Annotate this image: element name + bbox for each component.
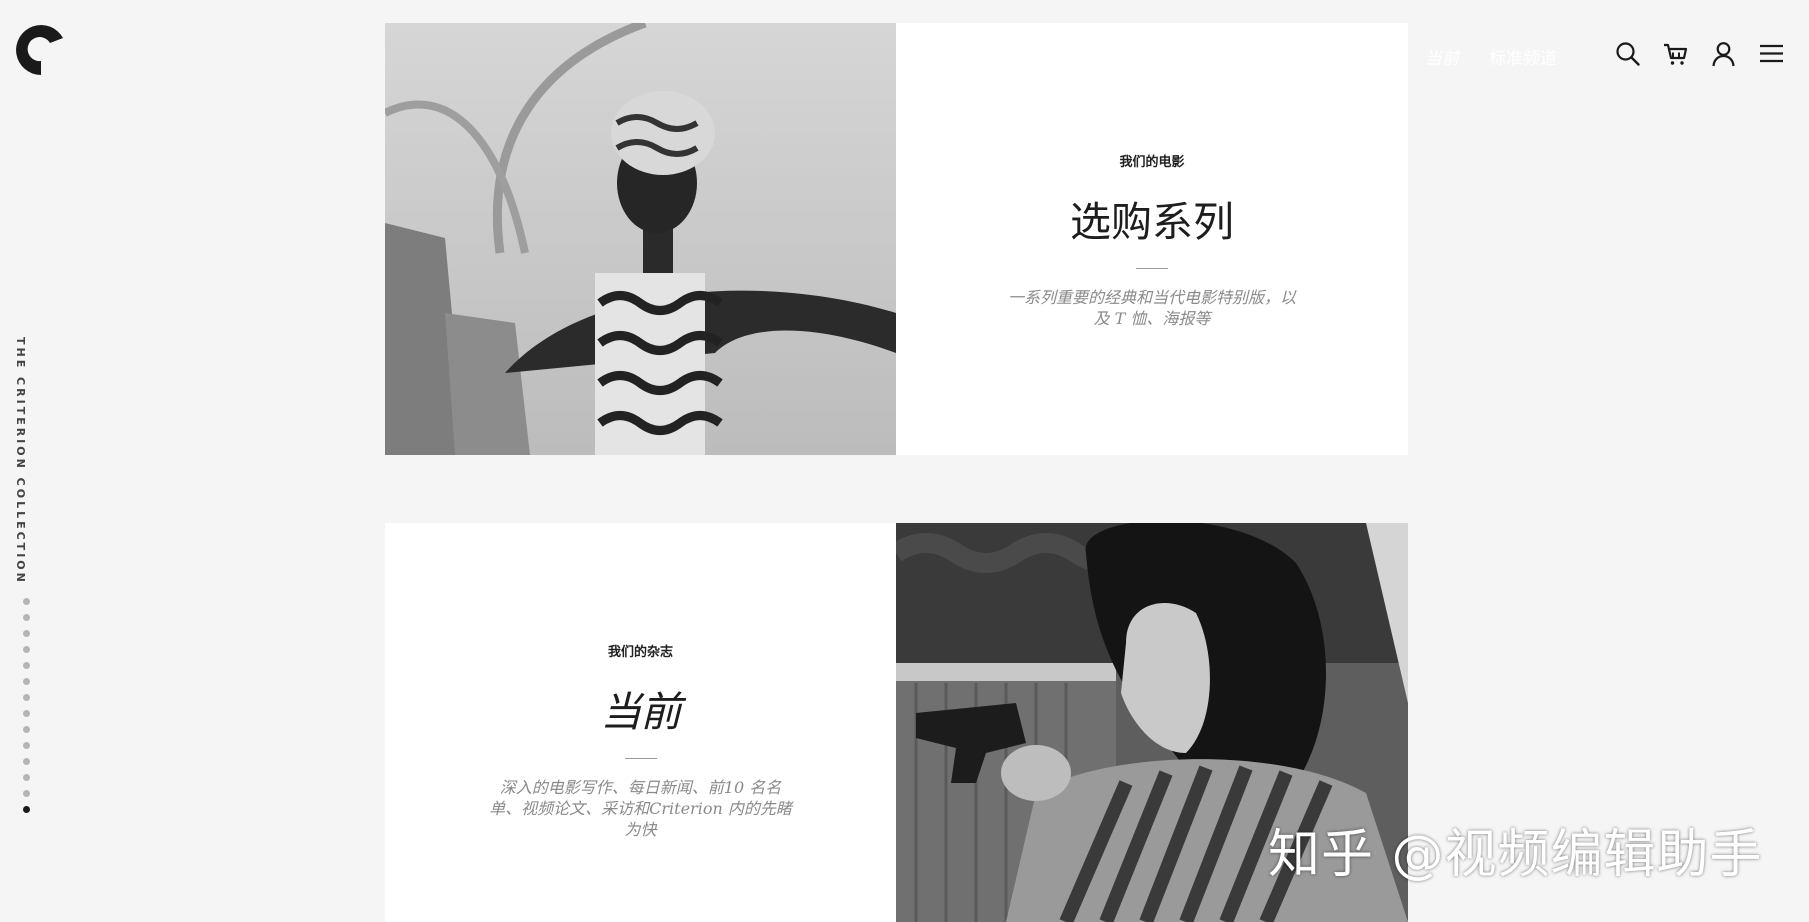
magazine-eyebrow: 我们的杂志 <box>607 645 673 660</box>
magazine-description: 深入的电影写作、每日新闻、前10 名名 单、视频论文、采访和Criterion … <box>486 777 796 840</box>
cart-icon[interactable] <box>1662 40 1689 67</box>
account-icon[interactable] <box>1710 40 1737 67</box>
brand-vertical-text: THE CRITERION COLLECTION <box>14 337 27 585</box>
magazine-title[interactable]: 当前 <box>385 678 896 738</box>
section-dot-nav <box>23 598 31 822</box>
dot-nav-item[interactable] <box>23 774 30 781</box>
dot-nav-item[interactable] <box>23 662 30 669</box>
magazine-desc-line-2: 单、视频论文、采访和Criterion 内的先睹 <box>489 799 792 818</box>
dot-nav-item[interactable] <box>23 742 30 749</box>
watermark-text: 知乎 @视频编辑助手 <box>1268 825 1763 885</box>
dot-nav-item[interactable] <box>23 710 30 717</box>
films-eyebrow: 我们的电影 <box>1119 155 1185 170</box>
dot-nav-item[interactable] <box>23 758 30 765</box>
top-nav: 当前 标准频道 <box>1425 44 1557 69</box>
dot-nav-item[interactable] <box>23 598 30 605</box>
films-card[interactable]: 我们的电影 选购系列 一系列重要的经典和当代电影特别版，以 及 T 恤、海报等 <box>896 23 1408 455</box>
header-icons <box>1614 40 1785 67</box>
dot-nav-item-active[interactable] <box>23 806 30 813</box>
films-desc-line-1: 一系列重要的经典和当代电影特别版，以 <box>1007 288 1296 307</box>
magazine-desc-line-1: 深入的电影写作、每日新闻、前10 名名 <box>499 778 782 797</box>
dot-nav-item[interactable] <box>23 694 30 701</box>
films-hero-image[interactable] <box>385 23 896 455</box>
dot-nav-item[interactable] <box>23 614 30 621</box>
films-description: 一系列重要的经典和当代电影特别版，以 及 T 恤、海报等 <box>1002 287 1302 329</box>
search-icon[interactable] <box>1614 40 1641 67</box>
nav-link-current[interactable]: 当前 <box>1425 44 1459 69</box>
dot-nav-item[interactable] <box>23 678 30 685</box>
criterion-logo[interactable] <box>11 22 65 78</box>
magazine-desc-line-3: 为快 <box>624 820 657 839</box>
divider <box>1136 268 1168 269</box>
dot-nav-item[interactable] <box>23 630 30 637</box>
dot-nav-item[interactable] <box>23 726 30 733</box>
dot-nav-item[interactable] <box>23 646 30 653</box>
divider <box>624 758 657 759</box>
nav-link-channel[interactable]: 标准频道 <box>1489 44 1557 69</box>
magazine-card[interactable]: 我们的杂志 当前 深入的电影写作、每日新闻、前10 名名 单、视频论文、采访和C… <box>385 523 896 922</box>
films-desc-line-2: 及 T 恤、海报等 <box>1093 309 1211 328</box>
dot-nav-item[interactable] <box>23 790 30 797</box>
menu-icon[interactable] <box>1758 40 1785 67</box>
films-title[interactable]: 选购系列 <box>896 188 1408 248</box>
